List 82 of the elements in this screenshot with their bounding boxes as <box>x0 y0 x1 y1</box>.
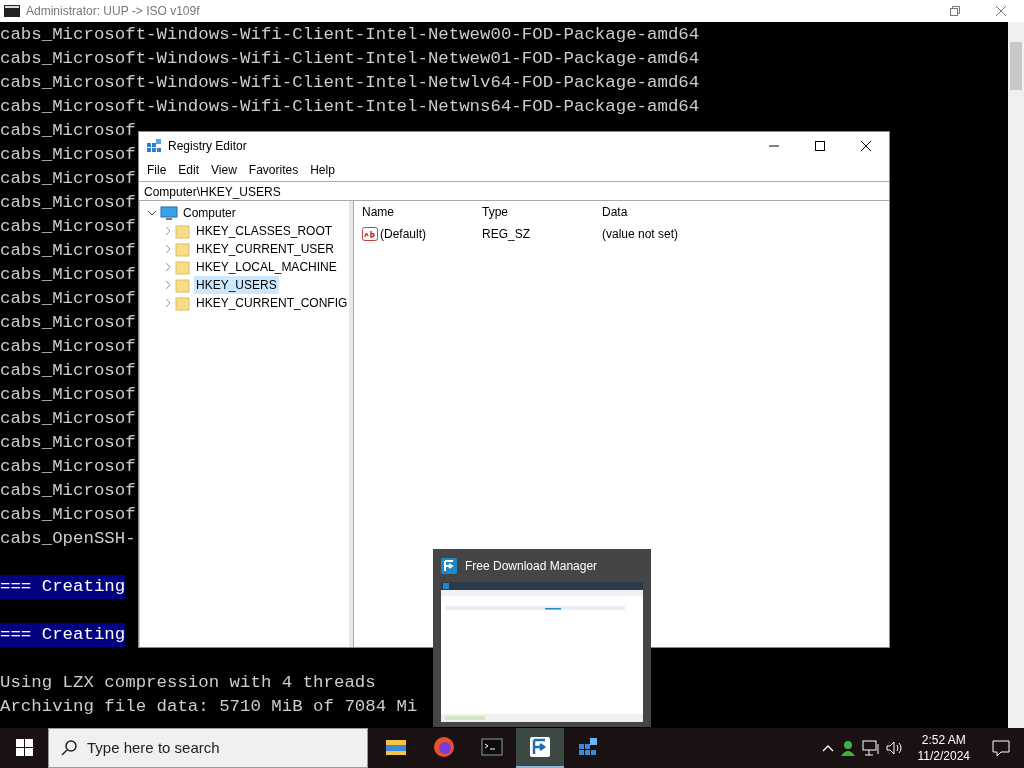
collapse-chevron-icon[interactable] <box>147 208 157 218</box>
console-line: Archiving file data: 5710 MiB of 7084 Mi <box>0 696 418 718</box>
tree-item[interactable]: HKEY_CURRENT_USER <box>194 240 337 258</box>
console-line: cabs_Microsof <box>0 192 136 214</box>
column-header[interactable]: Data <box>602 203 628 221</box>
expand-chevron-icon[interactable] <box>163 244 173 254</box>
network-icon[interactable] <box>861 740 880 756</box>
console-line: cabs_Microsof <box>0 336 136 358</box>
folder-icon <box>175 223 190 239</box>
console-line: cabs_Microsof <box>0 120 136 142</box>
string-value-icon <box>362 227 378 241</box>
registry-icon <box>146 137 162 154</box>
console-line: cabs_Microsoft-Windows-Wifi-Client-Intel-Netwns64-FOD-Package-amd64 <box>0 96 700 118</box>
close-icon <box>996 6 1006 16</box>
menu-item[interactable]: File <box>141 161 173 179</box>
address-bar[interactable]: Computer\HKEY_USERS <box>139 181 889 201</box>
folder-icon <box>175 241 190 257</box>
clock-time[interactable]: 2:52 AM <box>917 732 970 748</box>
notification-icon[interactable] <box>992 739 1010 757</box>
console-line: cabs_Microsof <box>0 288 136 310</box>
console-line: cabs_Microsoft-Windows-Wifi-Client-Intel-Netwew00-FOD-Package-amd64 <box>0 24 700 46</box>
window-title: Registry Editor <box>168 137 247 155</box>
folder-icon <box>175 277 190 293</box>
tree-item[interactable]: HKEY_LOCAL_MACHINE <box>194 258 339 276</box>
tree-item[interactable]: HKEY_CLASSES_ROOT <box>194 222 335 240</box>
console-line: cabs_Microsof <box>0 384 136 406</box>
tree-item[interactable]: Computer <box>181 204 238 222</box>
registry-icon <box>577 736 599 758</box>
console-line: cabs_Microsof <box>0 432 136 454</box>
column-header[interactable]: Type <box>482 203 602 221</box>
menu-item[interactable]: Favorites <box>242 161 305 179</box>
tree-item[interactable]: HKEY_CURRENT_CONFIG <box>194 294 350 312</box>
console-icon <box>4 5 20 17</box>
windows-logo-icon <box>15 738 33 756</box>
expand-chevron-icon[interactable] <box>163 298 173 308</box>
console-line: cabs_Microsof <box>0 168 136 190</box>
expand-chevron-icon[interactable] <box>163 262 173 272</box>
console-line: cabs_Microsof <box>0 264 136 286</box>
menu-item[interactable]: View <box>205 161 243 179</box>
expand-chevron-icon[interactable] <box>163 226 173 236</box>
console-line: cabs_Microsof <box>0 360 136 382</box>
window-title: Administrator: UUP -> ISO v109f <box>26 3 200 20</box>
monitor-icon <box>160 205 178 221</box>
console-line: cabs_Microsof <box>0 312 136 334</box>
scrollbar-thumb[interactable] <box>1010 42 1022 90</box>
chevron-up-icon[interactable] <box>821 744 834 752</box>
search-field[interactable]: Type here to search <box>48 728 368 768</box>
download-manager-icon <box>441 558 457 574</box>
console-line: cabs_Microsof <box>0 504 136 526</box>
console-line: cabs_Microsof <box>0 144 136 166</box>
download-manager-icon <box>529 736 551 758</box>
close-icon <box>861 140 871 151</box>
person-icon[interactable] <box>839 740 856 756</box>
volume-icon[interactable] <box>885 740 904 756</box>
value-data: (value not set) <box>602 226 679 243</box>
maximize-icon <box>815 140 825 151</box>
restore-icon <box>950 6 960 16</box>
scrollbar[interactable] <box>1008 22 1024 728</box>
console-line: cabs_Microsoft-Windows-Wifi-Client-Intel-Netwlv64-FOD-Package-amd64 <box>0 72 700 94</box>
column-header[interactable]: Name <box>362 203 482 221</box>
menu-item[interactable]: Edit <box>172 161 206 179</box>
terminal-icon <box>481 736 503 758</box>
search-icon <box>61 740 77 756</box>
console-line: cabs_Microsof <box>0 240 136 262</box>
console-line: cabs_Microsof <box>0 408 136 430</box>
folder-icon <box>175 259 190 275</box>
console-line: cabs_OpenSSH- <box>0 528 136 550</box>
value-type: REG_SZ <box>482 226 531 243</box>
tree-item[interactable]: HKEY_USERS <box>194 276 279 294</box>
console-line: cabs_Microsof <box>0 480 136 502</box>
console-line: cabs_Microsoft-Windows-Wifi-Client-Intel-Netwew01-FOD-Package-amd64 <box>0 48 700 70</box>
console-line: cabs_Microsof <box>0 456 136 478</box>
console-line: cabs_Microsof <box>0 216 136 238</box>
folder-icon <box>175 295 190 311</box>
menu-item[interactable]: Help <box>304 161 341 179</box>
expand-chevron-icon[interactable] <box>163 280 173 290</box>
browser-icon <box>433 736 455 758</box>
console-line: Using LZX compression with 4 threads <box>0 672 376 694</box>
clock-date[interactable]: 11/2/2024 <box>917 748 970 764</box>
value-name[interactable]: (Default) <box>380 225 426 243</box>
taskbar-app-button[interactable] <box>516 728 564 768</box>
thumbnail-title: Free Download Manager <box>465 558 598 575</box>
